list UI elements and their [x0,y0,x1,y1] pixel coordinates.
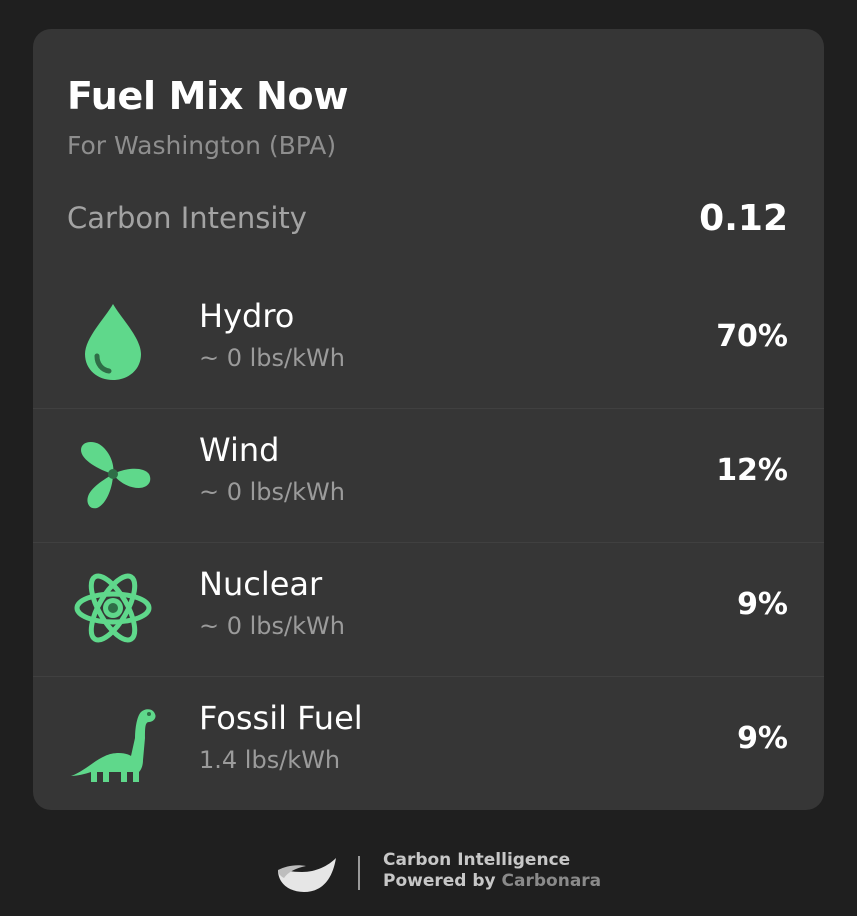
row-divider [33,408,824,409]
carbon-intensity-label: Carbon Intensity [67,201,307,235]
row-divider [33,676,824,677]
fuel-row-fossil-fuel: Fossil Fuel 1.4 lbs/kWh 9% [33,676,824,810]
fuel-row-hydro: Hydro ~ 0 lbs/kWh 70% [33,274,824,408]
wind-turbine-icon [69,430,157,518]
carbonara-logo-icon [276,854,338,894]
atom-icon [69,564,157,652]
fuel-rate: ~ 0 lbs/kWh [199,344,345,372]
carbonara-link[interactable]: Carbonara [502,871,602,891]
fuel-row-nuclear: Nuclear ~ 0 lbs/kWh 9% [33,542,824,676]
fuel-percent: 70% [716,319,788,354]
dinosaur-icon [69,698,157,786]
card-subtitle: For Washington (BPA) [67,131,337,160]
footer-title: Carbon Intelligence [383,850,571,870]
footer: Carbon Intelligence Powered by Carbonara [0,846,857,906]
row-divider [33,542,824,543]
fuel-percent: 9% [737,587,788,622]
fuel-name: Wind [199,431,280,469]
fuel-percent: 9% [737,721,788,756]
fuel-name: Hydro [199,297,295,335]
carbon-intensity-value: 0.12 [699,198,788,239]
fuel-rate: 1.4 lbs/kWh [199,746,341,774]
fuel-name: Nuclear [199,565,323,603]
fuel-rate: ~ 0 lbs/kWh [199,478,345,506]
footer-powered-by: Powered by Carbonara [383,873,601,890]
water-drop-icon [69,296,157,384]
fuel-row-wind: Wind ~ 0 lbs/kWh 12% [33,408,824,542]
fuel-rate: ~ 0 lbs/kWh [199,612,345,640]
card-title: Fuel Mix Now [67,74,349,118]
fuel-percent: 12% [716,453,788,488]
fuel-mix-card: Fuel Mix Now For Washington (BPA) Carbon… [33,29,824,810]
fuel-name: Fossil Fuel [199,699,363,737]
powered-by-text: Powered by [383,871,502,891]
footer-separator [358,856,360,890]
